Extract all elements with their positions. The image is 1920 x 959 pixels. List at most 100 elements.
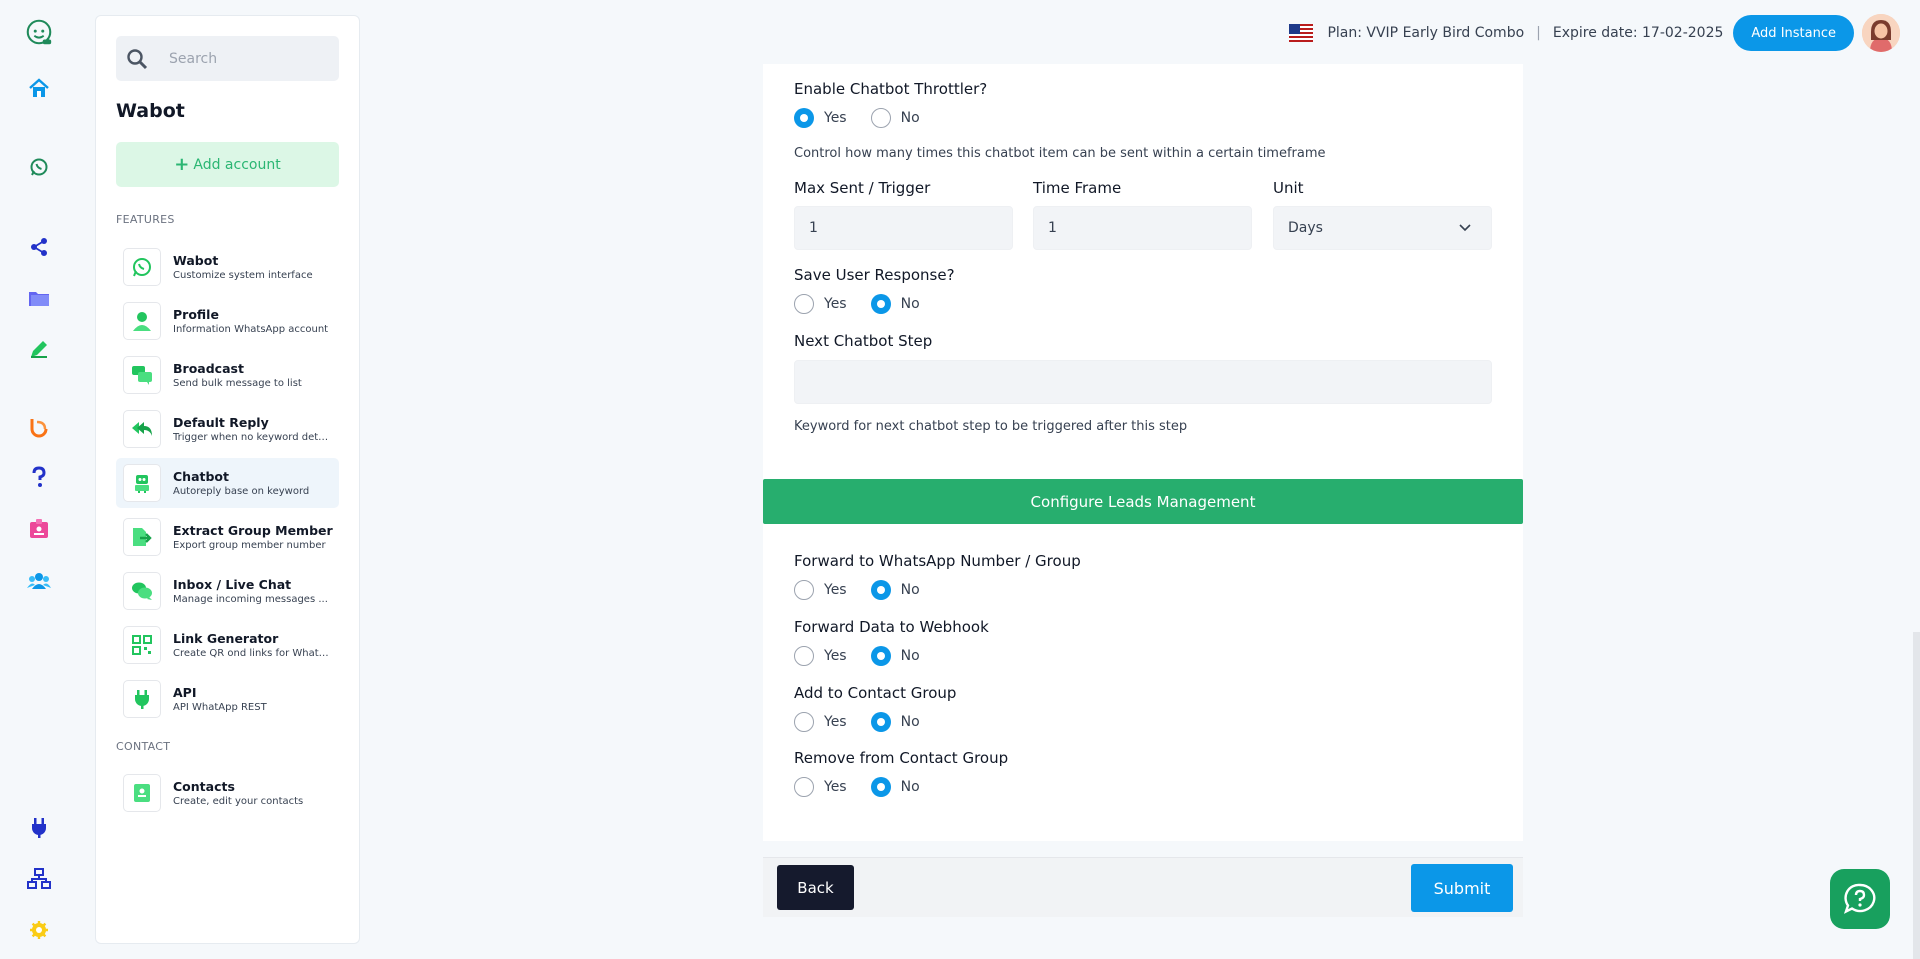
blogger-icon[interactable] xyxy=(24,412,54,442)
sidebar-item-broadcast[interactable]: Broadcast Send bulk message to list xyxy=(116,350,339,400)
settings-gear-icon[interactable] xyxy=(24,915,54,945)
folder-icon[interactable] xyxy=(24,283,54,313)
unit-select[interactable]: Days xyxy=(1273,206,1492,250)
sidebar-item-title: Link Generator xyxy=(173,631,279,646)
sidebar-item-title: Wabot xyxy=(173,253,219,268)
search-input[interactable] xyxy=(169,36,339,81)
users-icon[interactable] xyxy=(24,566,54,596)
unit-label: Unit xyxy=(1273,179,1304,197)
scrollbar[interactable] xyxy=(1913,632,1920,959)
radio-label: Yes xyxy=(824,714,847,730)
add-account-button[interactable]: + Add account xyxy=(116,142,339,187)
sidebar-title: Wabot xyxy=(116,100,185,122)
save-response-no-radio[interactable]: No xyxy=(870,294,920,314)
radio-label: Yes xyxy=(824,296,847,312)
sidebar-item-chatbot[interactable]: Chatbot Autoreply base on keyword xyxy=(116,458,339,508)
next-step-help-text: Keyword for next chatbot step to be trig… xyxy=(794,419,1188,434)
features-sidebar: Wabot + Add account FEATURES Wabot Custom… xyxy=(95,15,360,944)
add-instance-button[interactable]: Add Instance xyxy=(1733,15,1854,51)
radio-indicator[interactable] xyxy=(794,777,814,797)
plug-icon[interactable] xyxy=(24,813,54,843)
next-step-input[interactable] xyxy=(794,360,1492,404)
throttler-yes-radio[interactable]: Yes xyxy=(794,108,847,128)
sidebar-item-subtitle: Send bulk message to list xyxy=(173,378,302,389)
sidebar-item-title: Profile xyxy=(173,307,219,322)
sidebar-item-contacts[interactable]: Contacts Create, edit your contacts xyxy=(116,768,339,818)
sidebar-item-subtitle: Create, edit your contacts xyxy=(173,796,304,807)
remove-group-no-radio[interactable]: No xyxy=(870,777,920,797)
forward-whatsapp-radio-group: Yes No xyxy=(794,580,944,600)
radio-label: Yes xyxy=(824,582,847,598)
radio-indicator[interactable] xyxy=(794,294,814,314)
forward-webhook-no-radio[interactable]: No xyxy=(870,646,920,666)
bot-logo-icon[interactable] xyxy=(24,17,54,47)
radio-label: Yes xyxy=(824,779,847,795)
forward-whatsapp-no-radio[interactable]: No xyxy=(870,580,920,600)
chat-bubbles-icon xyxy=(123,572,161,610)
sidebar-item-title: Contacts xyxy=(173,779,235,794)
submit-button[interactable]: Submit xyxy=(1411,864,1513,912)
sidebar-item-api[interactable]: API API WhatApp REST xyxy=(116,674,339,724)
max-sent-input[interactable]: 1 xyxy=(794,206,1013,250)
throttler-no-radio[interactable]: No xyxy=(870,108,920,128)
share-icon[interactable] xyxy=(24,232,54,262)
pencil-icon[interactable] xyxy=(24,334,54,364)
radio-label: Yes xyxy=(824,110,847,126)
whatsapp-icon xyxy=(123,248,161,286)
add-group-no-radio[interactable]: No xyxy=(870,712,920,732)
radio-selected-indicator[interactable] xyxy=(870,777,891,797)
avatar[interactable] xyxy=(1862,14,1900,52)
plug-icon xyxy=(123,680,161,718)
radio-indicator[interactable] xyxy=(794,580,814,600)
sidebar-item-subtitle: Export group member number xyxy=(173,540,326,551)
radio-indicator[interactable] xyxy=(794,712,814,732)
sidebar-item-title: Default Reply xyxy=(173,415,269,430)
radio-indicator[interactable] xyxy=(870,108,891,128)
remove-group-label: Remove from Contact Group xyxy=(794,749,1009,767)
help-chat-button[interactable] xyxy=(1830,869,1890,929)
forward-webhook-radio-group: Yes No xyxy=(794,646,944,666)
back-button[interactable]: Back xyxy=(777,865,854,910)
sidebar-item-title: Inbox / Live Chat xyxy=(173,577,292,592)
radio-selected-indicator[interactable] xyxy=(870,712,891,732)
radio-label: No xyxy=(900,779,920,795)
sidebar-item-title: API xyxy=(173,685,197,700)
sidebar-item-subtitle: Trigger when no keyword dete... xyxy=(173,432,333,443)
radio-label: Yes xyxy=(824,648,847,664)
configure-leads-button[interactable]: Configure Leads Management xyxy=(763,479,1523,524)
home-icon[interactable] xyxy=(24,73,54,103)
help-icon[interactable] xyxy=(24,462,54,492)
save-response-yes-radio[interactable]: Yes xyxy=(794,294,847,314)
sidebar-item-inbox-live-chat[interactable]: Inbox / Live Chat Manage incoming message… xyxy=(116,566,339,616)
remove-group-radio-group: Yes No xyxy=(794,777,944,797)
forward-whatsapp-yes-radio[interactable]: Yes xyxy=(794,580,847,600)
contact-card-icon xyxy=(123,774,161,812)
radio-selected-indicator[interactable] xyxy=(794,108,814,128)
id-badge-icon[interactable] xyxy=(24,514,54,544)
chat-help-icon xyxy=(1843,883,1876,914)
sidebar-item-default-reply[interactable]: Default Reply Trigger when no keyword det… xyxy=(116,404,339,454)
us-flag-icon[interactable] xyxy=(1289,24,1314,42)
radio-selected-indicator[interactable] xyxy=(870,580,891,600)
sidebar-item-extract-group-member[interactable]: Extract Group Member Export group member … xyxy=(116,512,339,562)
radio-selected-indicator[interactable] xyxy=(870,646,891,666)
time-frame-input[interactable]: 1 xyxy=(1033,206,1252,250)
add-group-yes-radio[interactable]: Yes xyxy=(794,712,847,732)
sidebar-item-subtitle: Create QR ond links for Whats... xyxy=(173,648,333,659)
save-response-label: Save User Response? xyxy=(794,266,955,284)
remove-group-yes-radio[interactable]: Yes xyxy=(794,777,847,797)
add-account-label: Add account xyxy=(193,156,281,173)
radio-indicator[interactable] xyxy=(794,646,814,666)
sitemap-icon[interactable] xyxy=(24,864,54,894)
radio-selected-indicator[interactable] xyxy=(870,294,891,314)
add-group-label: Add to Contact Group xyxy=(794,684,957,702)
whatsapp-icon[interactable] xyxy=(24,152,54,182)
forward-webhook-yes-radio[interactable]: Yes xyxy=(794,646,847,666)
sidebar-item-link-generator[interactable]: Link Generator Create QR ond links for Wh… xyxy=(116,620,339,670)
search-box[interactable] xyxy=(116,36,339,81)
plus-icon: + xyxy=(174,154,190,175)
next-step-label: Next Chatbot Step xyxy=(794,332,933,350)
sidebar-item-profile[interactable]: Profile Information WhatsApp account xyxy=(116,296,339,346)
sidebar-item-title: Chatbot xyxy=(173,469,229,484)
sidebar-item-wabot[interactable]: Wabot Customize system interface xyxy=(116,242,339,292)
